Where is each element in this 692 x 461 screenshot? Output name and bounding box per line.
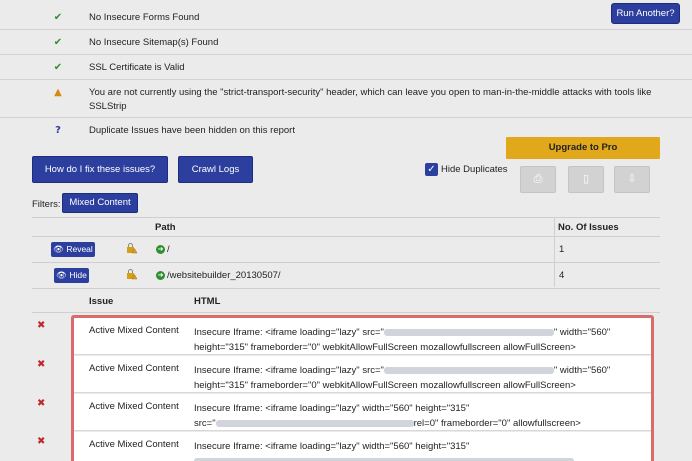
issues-header-border <box>32 312 660 313</box>
check-text: You are not currently using the "strict-… <box>89 87 652 112</box>
error-x-icon: ✖ <box>37 359 46 370</box>
highlight-frame <box>71 315 654 461</box>
filters-label: Filters: <box>32 199 61 210</box>
check-row-ssl-valid: ✔ SSL Certificate is Valid <box>0 55 692 80</box>
question-icon: ? <box>55 125 61 136</box>
check-row-hsts-warning: ▲ You are not currently using the "stric… <box>0 80 692 118</box>
error-x-icon: ✖ <box>37 398 46 409</box>
issue-count: 4 <box>559 270 565 281</box>
path-row: 👁 Reveal ➜ / 1 <box>32 237 660 262</box>
printer-icon: ⎙ <box>533 173 543 185</box>
path-text[interactable]: / <box>167 244 170 255</box>
error-x-icon: ✖ <box>37 320 46 331</box>
path-text[interactable]: /websitebuilder_20130507/ <box>167 270 281 281</box>
check-icon: ✔ <box>53 12 63 23</box>
export-pdf-button[interactable]: ▯ <box>568 166 604 193</box>
path-row: 👁 Hide ➜ /websitebuilder_20130507/ 4 <box>32 263 660 288</box>
check-text: No Insecure Forms Found <box>89 12 200 23</box>
check-row-insecure-sitemaps: ✔ No Insecure Sitemap(s) Found <box>0 30 692 55</box>
warning-icon: ▲ <box>54 87 62 98</box>
paths-header-count: No. Of Issues <box>558 222 619 233</box>
check-text: No Insecure Sitemap(s) Found <box>89 37 219 48</box>
issues-header-issue: Issue <box>89 296 114 307</box>
eye-icon: 👁 <box>56 270 67 280</box>
go-arrow-icon: ➜ <box>156 271 165 280</box>
hide-duplicates-label: Hide Duplicates <box>441 164 508 175</box>
hide-button-label: Hide <box>69 270 87 280</box>
print-button[interactable]: ⎙ <box>520 166 556 193</box>
issue-count: 1 <box>559 244 565 255</box>
error-x-icon: ✖ <box>37 436 46 447</box>
check-text: SSL Certificate is Valid <box>89 62 185 73</box>
lock-warning-icon <box>127 243 137 254</box>
upgrade-to-pro-button[interactable]: Upgrade to Pro <box>506 137 660 159</box>
lock-warning-icon <box>127 269 137 280</box>
eye-icon: 👁 <box>53 244 64 254</box>
check-row-insecure-forms: ✔ No Insecure Forms Found <box>0 5 692 30</box>
filter-mixed-content-button[interactable]: Mixed Content <box>62 193 138 213</box>
check-icon: ✔ <box>53 37 63 48</box>
download-icon: ⇩ <box>627 173 637 185</box>
download-button[interactable]: ⇩ <box>614 166 650 193</box>
reveal-button[interactable]: 👁 Reveal <box>51 242 95 257</box>
check-icon: ✔ <box>53 62 63 73</box>
paths-header-path: Path <box>155 222 176 233</box>
reveal-button-label: Reveal <box>66 244 93 254</box>
hide-duplicates-checkbox[interactable]: ✓ <box>425 163 438 176</box>
paths-table-top-border <box>32 217 660 218</box>
crawl-logs-button[interactable]: Crawl Logs <box>178 156 253 183</box>
issues-header-html: HTML <box>194 296 221 307</box>
check-text: Duplicate Issues have been hidden on thi… <box>89 125 295 136</box>
document-icon: ▯ <box>582 173 590 185</box>
hide-button[interactable]: 👁 Hide <box>54 268 89 283</box>
row-divider <box>32 288 660 289</box>
fix-issues-button[interactable]: How do I fix these issues? <box>32 156 168 183</box>
go-arrow-icon: ➜ <box>156 245 165 254</box>
